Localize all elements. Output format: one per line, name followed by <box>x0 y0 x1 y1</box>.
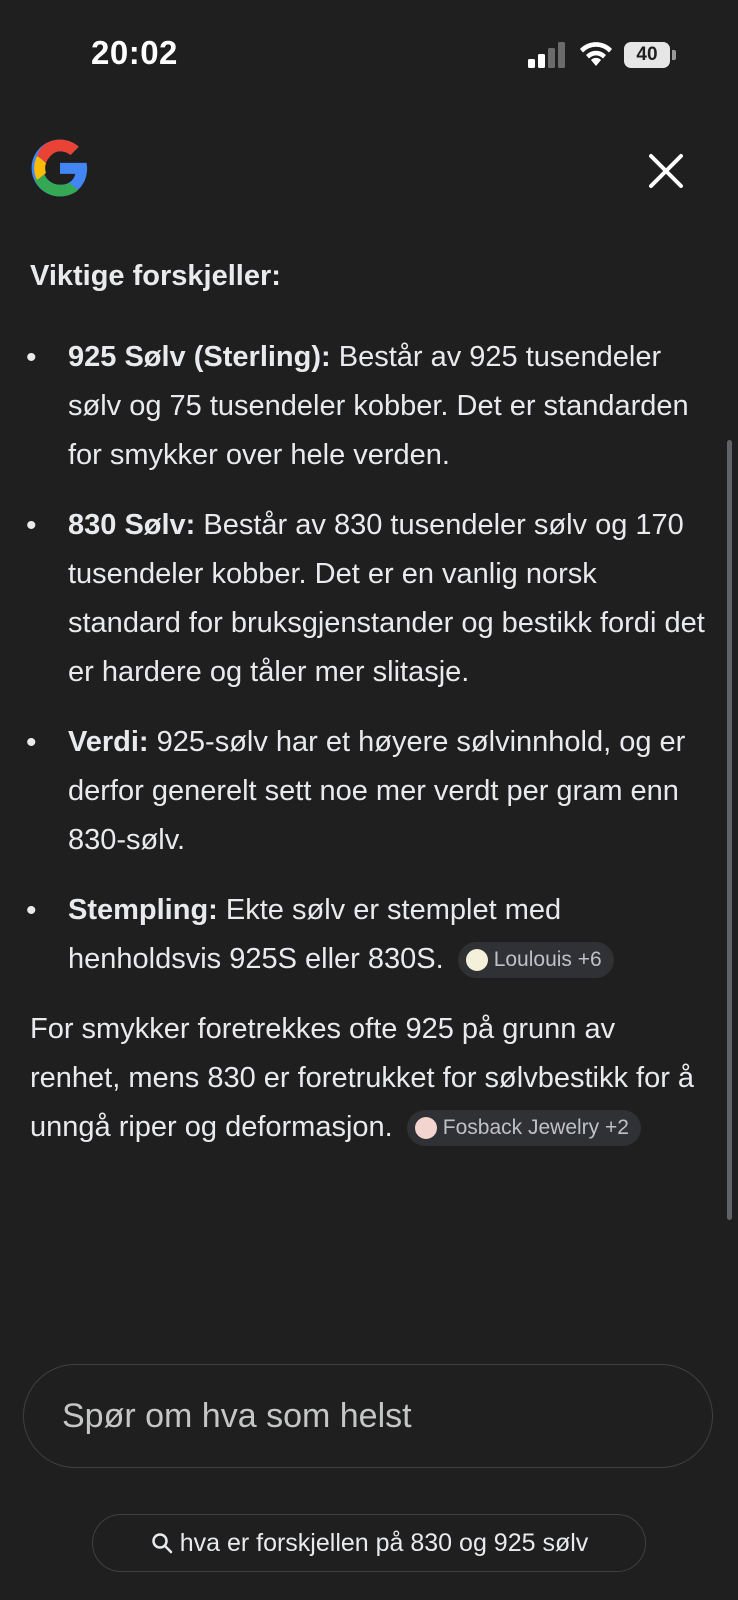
battery-level: 40 <box>636 44 658 65</box>
close-icon[interactable] <box>645 150 687 192</box>
list-item: • Verdi: 925-sølv har et høyere sølvinnh… <box>26 718 710 865</box>
source-favicon-icon <box>414 1117 437 1140</box>
status-bar: 20:02 40 <box>0 0 738 100</box>
ask-input[interactable] <box>60 1365 684 1467</box>
wifi-icon <box>580 42 612 66</box>
search-query-text: hva er forskjellen på 830 og 925 sølv <box>179 1528 589 1557</box>
search-icon <box>151 1533 172 1554</box>
answer-heading: Viktige forskjeller: <box>30 260 281 292</box>
bullet-icon: • <box>26 726 37 759</box>
source-favicon-icon <box>465 949 488 972</box>
point-label: Verdi: <box>68 726 149 758</box>
cellular-signal-icon <box>528 42 565 68</box>
list-item: • 830 Sølv: Består av 830 tusendeler søl… <box>26 501 710 697</box>
point-label: 830 Sølv: <box>68 509 196 541</box>
source-chip-fosback[interactable]: Fosback Jewelry +2 <box>406 1110 641 1147</box>
source-chip-label: Loulouis +6 <box>493 948 602 972</box>
battery-icon: 40 <box>624 42 676 68</box>
list-item: • Stempling: Ekte sølv er stemplet med h… <box>26 886 710 984</box>
bullet-icon: • <box>26 894 37 927</box>
scrollbar[interactable] <box>727 440 732 1220</box>
source-chip-loulouis[interactable]: Loulouis +6 <box>457 942 614 979</box>
answer-content: Viktige forskjeller: • 925 Sølv (Sterlin… <box>26 252 710 1152</box>
key-differences-list: • 925 Sølv (Sterling): Består av 925 tus… <box>26 333 710 984</box>
status-time: 20:02 <box>91 34 178 71</box>
bullet-icon: • <box>26 509 37 542</box>
search-query-button[interactable]: hva er forskjellen på 830 og 925 sølv <box>92 1514 646 1572</box>
point-text: 925-sølv har et høyere sølvinnhold, og e… <box>68 726 686 856</box>
point-label: Stempling: <box>68 894 218 926</box>
source-chip-label: Fosback Jewelry +2 <box>442 1116 629 1140</box>
ask-input-box[interactable] <box>23 1364 713 1468</box>
list-item: • 925 Sølv (Sterling): Består av 925 tus… <box>26 333 710 480</box>
summary-paragraph: For smykker foretrekkes ofte 925 på grun… <box>30 1005 710 1152</box>
point-label: 925 Sølv (Sterling): <box>68 341 331 373</box>
google-logo-icon <box>31 139 88 197</box>
bullet-icon: • <box>26 341 37 374</box>
